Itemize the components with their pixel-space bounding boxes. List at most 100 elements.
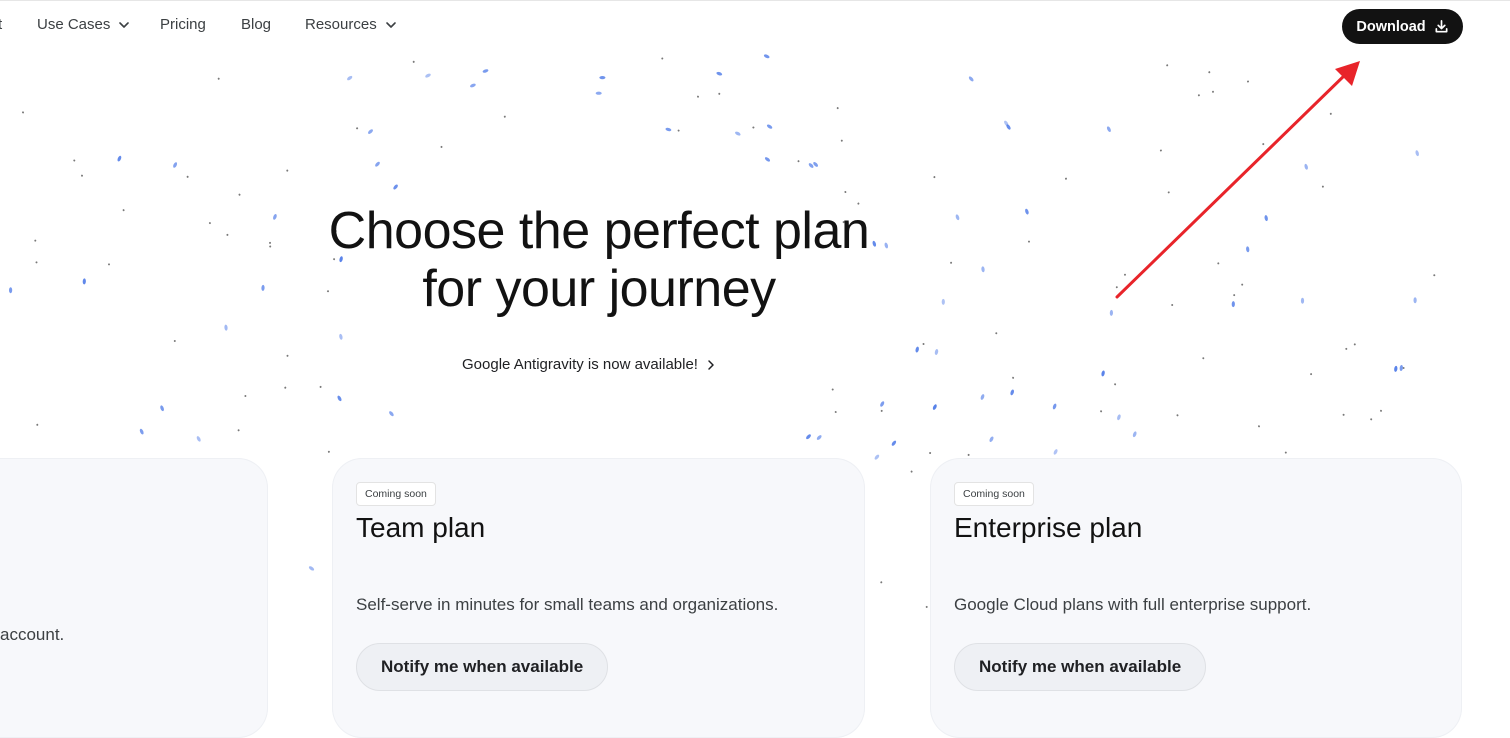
plan-card-team-title: Team plan — [356, 512, 486, 543]
particle-dot — [595, 91, 602, 95]
particle-dot — [425, 73, 431, 78]
particle-dot — [238, 193, 241, 196]
status-badge: Coming soon — [954, 482, 1034, 506]
particle-dot — [981, 266, 985, 273]
particle-dot — [108, 263, 110, 266]
particle-dot — [1399, 365, 1403, 371]
particle-dot — [196, 436, 201, 442]
particle-dot — [244, 395, 247, 397]
team-notify-button[interactable]: Notify me when available — [356, 643, 609, 691]
particle-dot — [1117, 414, 1121, 421]
particle-dot — [968, 76, 974, 82]
particle-dot — [1159, 149, 1162, 152]
particle-dot — [910, 470, 913, 473]
particle-dot — [208, 222, 211, 225]
particle-dot — [922, 343, 925, 345]
nav-item-blog[interactable]: Blog — [241, 16, 271, 33]
particle-dot — [356, 127, 359, 130]
particle-dot — [186, 175, 189, 178]
nav-item-resources[interactable]: Resources — [305, 16, 397, 33]
particle-dot — [122, 209, 125, 212]
page-title-line-1: Choose the perfect plan — [328, 202, 870, 260]
particle-dot — [347, 75, 353, 81]
download-button-label: Download — [1356, 18, 1426, 35]
particle-dot — [932, 404, 937, 410]
particle-dot — [1101, 370, 1105, 377]
particle-dot — [955, 214, 960, 221]
particle-dot — [173, 340, 176, 342]
chevron-right-icon — [708, 359, 714, 370]
particle-dot — [22, 111, 24, 114]
particle-dot — [1247, 80, 1249, 83]
particle-dot — [286, 169, 289, 172]
nav-item-resources-label: Resources — [305, 16, 377, 33]
particle-dot — [1321, 185, 1324, 188]
particle-dot — [36, 423, 39, 426]
announcement-link[interactable]: Google Antigravity is now available! — [462, 356, 716, 373]
nav-item-use-cases[interactable]: Use Cases — [37, 16, 130, 33]
particle-dot — [1262, 143, 1265, 146]
enterprise-notify-button[interactable]: Notify me when available — [954, 643, 1207, 691]
nav-item-partial[interactable]: t — [0, 16, 2, 33]
nav-item-pricing-label: Pricing — [160, 16, 206, 33]
plan-card-team: Coming soon Team plan Self-serve in minu… — [332, 458, 865, 738]
page-title-line-2: for your journey — [422, 260, 776, 318]
particle-dot — [1106, 126, 1111, 132]
particle-dot — [327, 450, 330, 453]
particle-dot — [677, 129, 680, 132]
particle-dot — [1171, 304, 1174, 306]
particle-dot — [716, 71, 723, 76]
particle-dot — [816, 435, 822, 440]
particle-dot — [1053, 449, 1058, 455]
page-title: Choose the perfect plan for your journey — [300, 202, 898, 318]
particle-dot — [752, 126, 755, 129]
particle-dot — [1202, 357, 1205, 360]
particle-dot — [1065, 177, 1067, 180]
nav-item-partial-label: t — [0, 16, 3, 33]
particle-dot — [337, 395, 342, 402]
particle-dot — [269, 241, 271, 244]
download-button[interactable]: Download — [1342, 9, 1463, 44]
particle-dot — [880, 401, 885, 407]
particle-dot — [1231, 301, 1235, 308]
particle-dot — [1132, 431, 1137, 438]
particle-dot — [368, 129, 373, 134]
chevron-down-icon — [385, 21, 396, 28]
particle-dot — [766, 124, 773, 129]
particle-dot — [880, 581, 883, 584]
particle-dot — [1433, 274, 1436, 277]
particle-dot — [273, 214, 277, 220]
particle-dot — [1345, 347, 1348, 350]
particle-dot — [1353, 343, 1356, 346]
particle-dot — [1246, 246, 1250, 253]
particle-dot — [269, 245, 272, 248]
particle-dot — [1212, 90, 1214, 93]
plan-card-enterprise-description: Google Cloud plans with full enterprise … — [954, 595, 1312, 614]
particle-dot — [891, 440, 897, 446]
particle-dot — [35, 261, 38, 264]
particle-dot — [1208, 71, 1211, 74]
particle-dot — [665, 127, 672, 132]
particle-dot — [1115, 286, 1118, 289]
particle-dot — [1380, 409, 1383, 412]
particle-dot — [1052, 403, 1057, 410]
particle-dot — [470, 83, 476, 88]
particle-dot — [82, 278, 86, 285]
particle-dot — [797, 160, 800, 163]
particle-dot — [1124, 273, 1126, 276]
plan-card-individual-description: account. — [0, 625, 65, 644]
top-navigation: t Use Cases Pricing Blog Resources Downl… — [0, 0, 1510, 52]
particle-dot — [1310, 373, 1313, 376]
particle-dot — [880, 409, 883, 412]
particle-dot — [661, 57, 664, 60]
particle-dot — [1304, 163, 1308, 170]
download-icon — [1435, 20, 1448, 33]
particle-dot — [173, 162, 178, 168]
particle-dot — [934, 349, 939, 355]
particle-dot — [1004, 120, 1009, 126]
particle-dot — [217, 77, 220, 80]
nav-item-use-cases-label: Use Cases — [37, 16, 111, 33]
plan-card-team-description: Self-serve in minutes for small teams an… — [356, 595, 779, 614]
particle-dot — [1413, 297, 1417, 304]
nav-item-pricing[interactable]: Pricing — [160, 16, 206, 33]
